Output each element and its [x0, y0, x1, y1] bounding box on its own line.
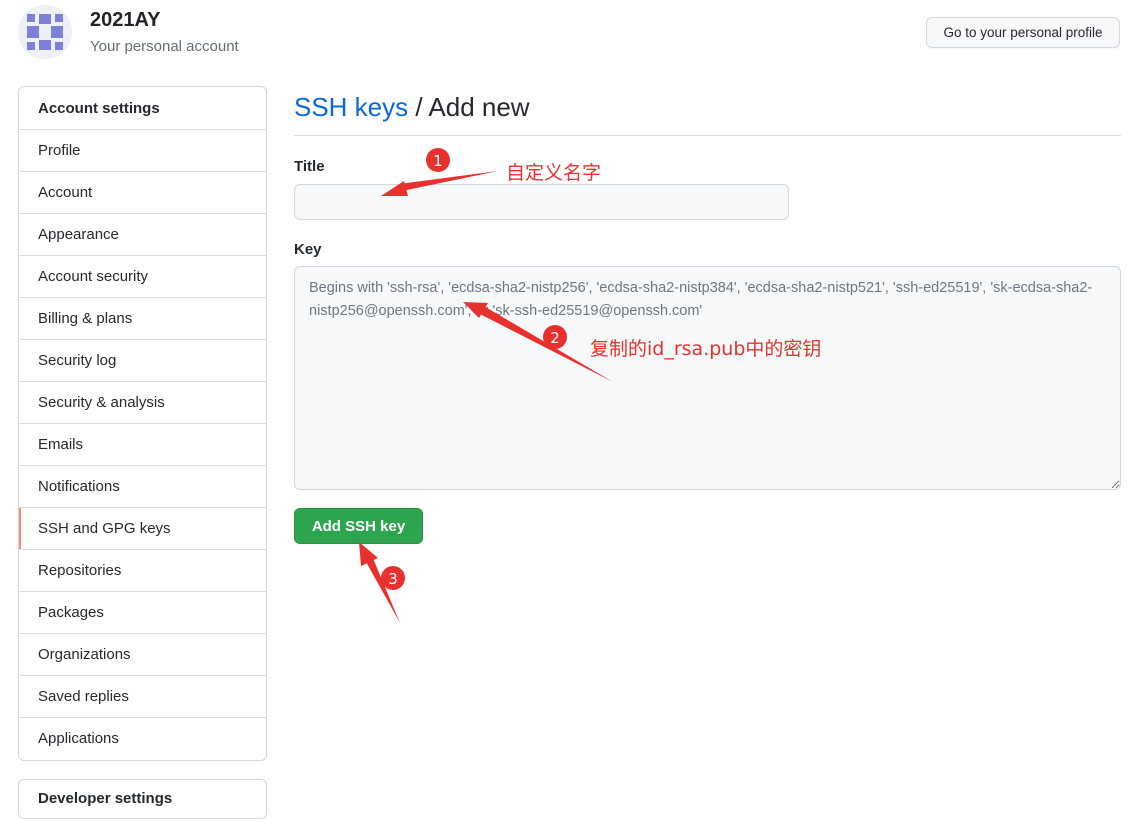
- sidebar-item-ssh-gpg-keys[interactable]: SSH and GPG keys: [19, 508, 266, 550]
- sidebar-item-appearance[interactable]: Appearance: [19, 214, 266, 256]
- key-textarea[interactable]: [294, 266, 1121, 490]
- account-type-label: Your personal account: [90, 38, 239, 55]
- annotation-badge-1: 1: [426, 148, 450, 172]
- breadcrumb-ssh-keys-link[interactable]: SSH keys: [294, 92, 408, 122]
- avatar[interactable]: [18, 5, 72, 59]
- sidebar-item-account-security[interactable]: Account security: [19, 256, 266, 298]
- annotation-note-1: 自定义名字: [506, 162, 602, 184]
- menu-heading: Account settings: [19, 87, 266, 130]
- identicon-icon: [18, 5, 72, 59]
- sidebar-item-saved-replies[interactable]: Saved replies: [19, 676, 266, 718]
- sidebar-item-emails[interactable]: Emails: [19, 424, 266, 466]
- annotation-number-1: 1: [433, 152, 443, 170]
- sidebar-item-notifications[interactable]: Notifications: [19, 466, 266, 508]
- annotation-badge-3: 3: [381, 566, 405, 590]
- breadcrumb-separator: /: [408, 92, 429, 122]
- go-to-profile-button[interactable]: Go to your personal profile: [926, 17, 1120, 48]
- sidebar-item-profile[interactable]: Profile: [19, 130, 266, 172]
- key-label: Key: [294, 241, 322, 258]
- sidebar-item-applications[interactable]: Applications: [19, 718, 266, 760]
- sidebar-item-packages[interactable]: Packages: [19, 592, 266, 634]
- sidebar-item-security-log[interactable]: Security log: [19, 340, 266, 382]
- sidebar-item-repositories[interactable]: Repositories: [19, 550, 266, 592]
- sidebar-item-security-analysis[interactable]: Security & analysis: [19, 382, 266, 424]
- annotation-arrow-3: [359, 542, 400, 623]
- breadcrumb-current: Add new: [428, 92, 530, 122]
- account-settings-menu: Account settings Profile Account Appeara…: [18, 86, 267, 761]
- title-input[interactable]: [294, 184, 789, 220]
- username: 2021AY: [90, 9, 161, 31]
- title-label: Title: [294, 158, 325, 175]
- developer-settings-menu: Developer settings: [18, 779, 267, 819]
- sidebar-item-billing[interactable]: Billing & plans: [19, 298, 266, 340]
- page-title: SSH keys / Add new: [294, 92, 1121, 136]
- add-ssh-key-button[interactable]: Add SSH key: [294, 508, 423, 544]
- sidebar-item-organizations[interactable]: Organizations: [19, 634, 266, 676]
- annotation-note-2: 复制的id_rsa.pub中的密钥: [590, 338, 822, 360]
- sidebar-item-account[interactable]: Account: [19, 172, 266, 214]
- annotation-number-3: 3: [388, 570, 398, 588]
- developer-settings-link[interactable]: Developer settings: [19, 780, 266, 818]
